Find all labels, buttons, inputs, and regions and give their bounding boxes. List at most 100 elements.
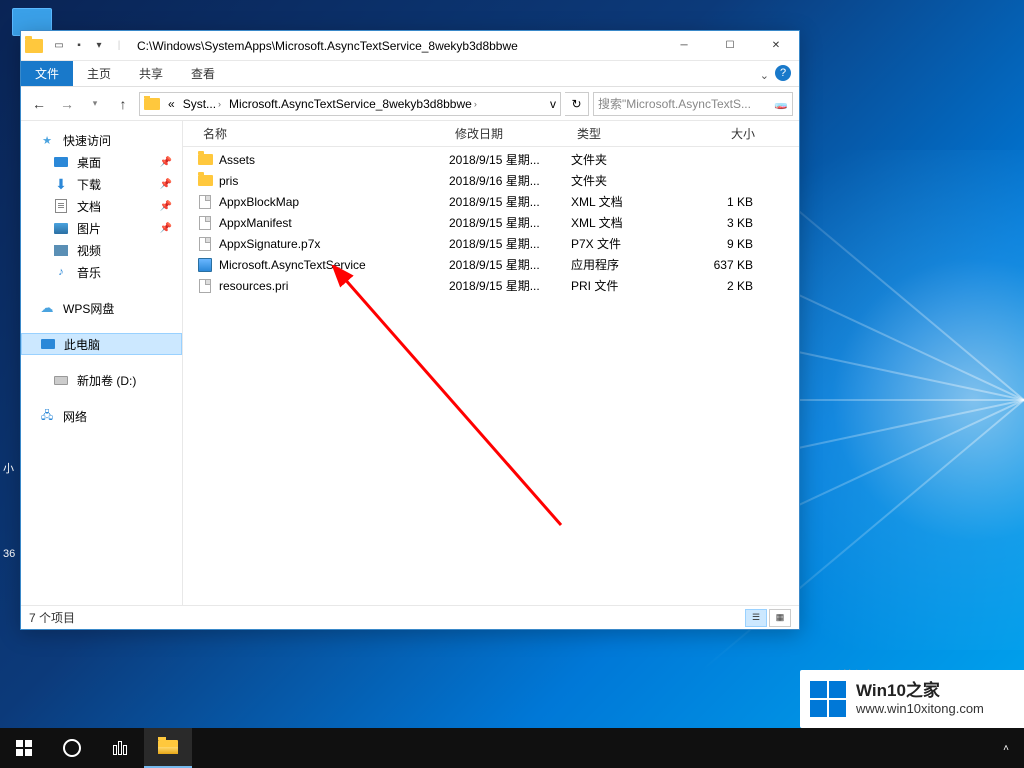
videos-icon (54, 245, 68, 256)
sidebar-wps[interactable]: ☁WPS网盘 (21, 297, 182, 319)
cell-date: 2018/9/15 星期... (449, 277, 571, 294)
nav-back-icon[interactable]: ← (27, 92, 51, 116)
taskbar-explorer[interactable] (144, 728, 192, 768)
qat-properties-icon[interactable]: ▭ (51, 38, 67, 54)
nav-recent-icon[interactable]: ▾ (83, 92, 107, 116)
file-row[interactable]: pris2018/9/16 星期...文件夹 (183, 170, 799, 191)
taskbar: ˄ (0, 728, 1024, 768)
sidebar-item-videos[interactable]: 视频 (21, 239, 182, 261)
explorer-icon (158, 740, 178, 754)
search-placeholder: 搜索"Microsoft.AsyncTextS... (598, 95, 751, 112)
sidebar-drive-d[interactable]: 新加卷 (D:) (21, 369, 182, 391)
sidebar-item-downloads[interactable]: ⬇下载📌 (21, 173, 182, 195)
cell-type: 文件夹 (571, 172, 679, 189)
watermark-brand: Win10之家 (856, 681, 984, 701)
file-row[interactable]: Microsoft.AsyncTextService2018/9/15 星期..… (183, 254, 799, 275)
drive-icon (54, 376, 68, 385)
cell-type: PRI 文件 (571, 277, 679, 294)
col-header-type[interactable]: 类型 (571, 125, 679, 142)
cell-type: 应用程序 (571, 256, 679, 273)
start-button[interactable] (0, 728, 48, 768)
col-header-size[interactable]: 大小 (679, 125, 761, 142)
window-title: C:\Windows\SystemApps\Microsoft.AsyncTex… (127, 39, 661, 53)
titlebar[interactable]: ▭ ▪ ▾ | C:\Windows\SystemApps\Microsoft.… (21, 31, 799, 61)
sidebar-quick-access[interactable]: ★快速访问 (21, 129, 182, 151)
sidebar-item-desktop[interactable]: 桌面📌 (21, 151, 182, 173)
cell-name: AppxSignature.p7x (219, 237, 449, 251)
annotation-arrow (331, 265, 591, 535)
breadcrumb-prefix: « (168, 97, 175, 111)
cell-name: AppxBlockMap (219, 195, 449, 209)
system-tray: ˄ (994, 728, 1024, 768)
breadcrumb-seg[interactable]: Syst...› (179, 93, 225, 115)
file-row[interactable]: resources.pri2018/9/15 星期...PRI 文件2 KB (183, 275, 799, 296)
close-button[interactable]: ✕ (753, 31, 799, 61)
col-header-date[interactable]: 修改日期 (449, 125, 571, 142)
application-icon (198, 258, 212, 272)
ribbon-tab-home[interactable]: 主页 (73, 61, 125, 86)
download-icon: ⬇ (53, 176, 69, 192)
file-row[interactable]: AppxBlockMap2018/9/15 星期...XML 文档1 KB (183, 191, 799, 212)
cell-name: pris (219, 174, 449, 188)
cell-name: AppxManifest (219, 216, 449, 230)
sidebar: ★快速访问 桌面📌 ⬇下载📌 文档📌 图片📌 视频 ♪音乐 ☁WPS网盘 此电脑… (21, 121, 183, 605)
nav-forward-icon[interactable]: → (55, 92, 79, 116)
status-bar: 7 个项目 ☰ ▦ (21, 605, 799, 629)
minimize-button[interactable]: ─ (661, 31, 707, 61)
sidebar-item-music[interactable]: ♪音乐 (21, 261, 182, 283)
cell-type: XML 文档 (571, 193, 679, 210)
status-item-count: 7 个项目 (29, 609, 75, 626)
windows-logo-icon (810, 681, 846, 717)
sidebar-thispc[interactable]: 此电脑 (21, 333, 182, 355)
cell-size: 3 KB (679, 216, 761, 230)
cell-size: 637 KB (679, 258, 761, 272)
search-input[interactable]: 搜索"Microsoft.AsyncTextS... 🧫 (593, 92, 793, 116)
file-row[interactable]: Assets2018/9/15 星期...文件夹 (183, 149, 799, 170)
ribbon-tab-file[interactable]: 文件 (21, 61, 73, 86)
breadcrumb-seg[interactable]: Microsoft.AsyncTextService_8wekyb3d8bbwe… (225, 93, 481, 115)
taskview-button[interactable] (96, 728, 144, 768)
cell-type: XML 文档 (571, 214, 679, 231)
cell-date: 2018/9/15 星期... (449, 151, 571, 168)
sidebar-item-documents[interactable]: 文档📌 (21, 195, 182, 217)
cell-date: 2018/9/15 星期... (449, 214, 571, 231)
folder-icon (198, 154, 213, 165)
qat-separator: | (111, 38, 127, 54)
view-largeicons-button[interactable]: ▦ (769, 609, 791, 627)
file-icon (199, 216, 211, 230)
cell-name: Assets (219, 153, 449, 167)
pin-icon: 📌 (160, 201, 172, 212)
file-row[interactable]: AppxSignature.p7x2018/9/15 星期...P7X 文件9 … (183, 233, 799, 254)
cell-type: 文件夹 (571, 151, 679, 168)
maximize-button[interactable]: ☐ (707, 31, 753, 61)
search-icon[interactable]: 🧫 (774, 97, 788, 110)
col-header-name[interactable]: 名称 (197, 125, 449, 142)
view-details-button[interactable]: ☰ (745, 609, 767, 627)
sidebar-network[interactable]: 🖧网络 (21, 405, 182, 427)
sidebar-item-pictures[interactable]: 图片📌 (21, 217, 182, 239)
qat-newfolder-icon[interactable]: ▪ (71, 38, 87, 54)
pin-icon: 📌 (160, 223, 172, 234)
desktop-text: 36 (3, 548, 15, 560)
cell-date: 2018/9/15 星期... (449, 193, 571, 210)
desktop-text: 小 (3, 460, 14, 476)
qat-dropdown-icon[interactable]: ▾ (91, 38, 107, 54)
folder-icon (144, 98, 160, 110)
cell-type: P7X 文件 (571, 235, 679, 252)
cell-name: Microsoft.AsyncTextService (219, 258, 449, 272)
cell-date: 2018/9/15 星期... (449, 256, 571, 273)
file-row[interactable]: AppxManifest2018/9/15 星期...XML 文档3 KB (183, 212, 799, 233)
address-bar[interactable]: « Syst...› Microsoft.AsyncTextService_8w… (139, 92, 561, 116)
refresh-button[interactable]: ↻ (565, 92, 589, 116)
nav-up-icon[interactable]: ↑ (111, 92, 135, 116)
cell-size: 2 KB (679, 279, 761, 293)
help-icon[interactable]: ? (775, 65, 791, 81)
star-icon: ★ (39, 132, 55, 148)
ribbon-tab-view[interactable]: 查看 (177, 61, 229, 86)
site-watermark: Win10之家 www.win10xitong.com (800, 670, 1024, 728)
address-dropdown-icon[interactable]: v (546, 93, 560, 115)
cell-size: 9 KB (679, 237, 761, 251)
ribbon-tab-share[interactable]: 共享 (125, 61, 177, 86)
tray-overflow-icon[interactable]: ˄ (994, 728, 1018, 768)
cortana-button[interactable] (48, 728, 96, 768)
